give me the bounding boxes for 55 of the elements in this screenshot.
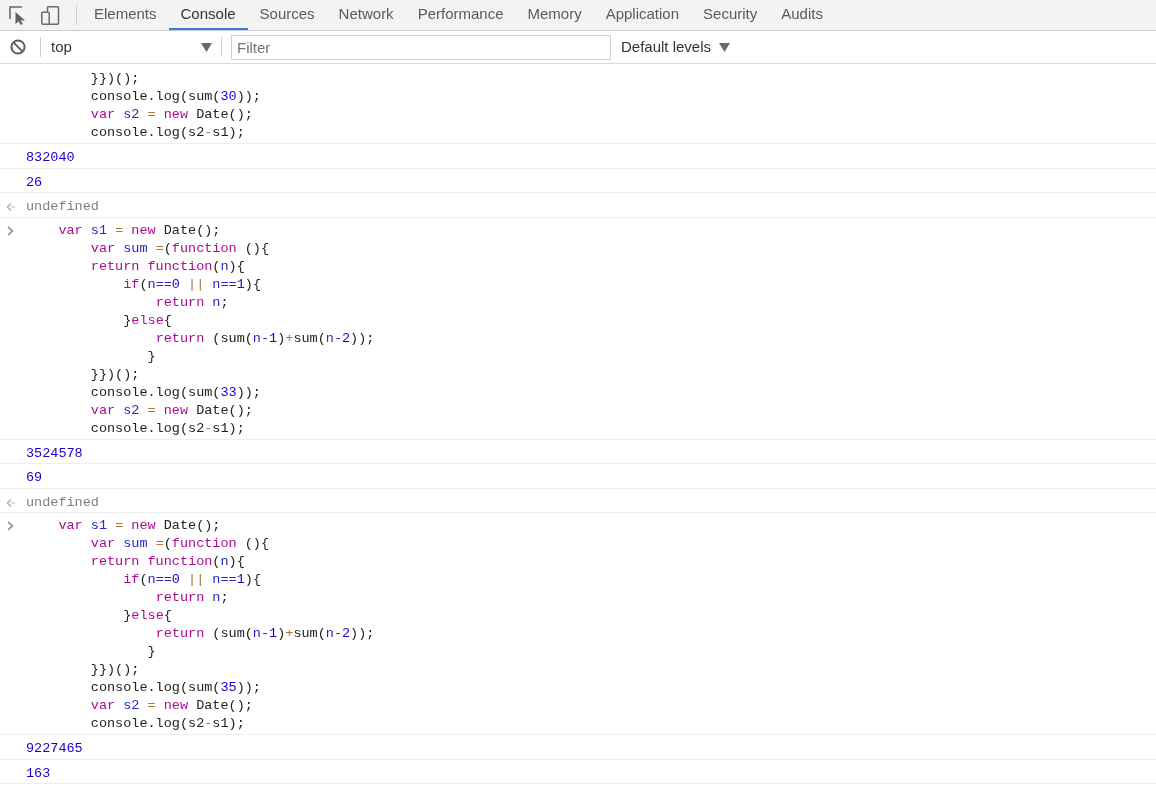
tab[interactable]: Elements xyxy=(82,0,169,30)
output-value: 3524578 xyxy=(26,444,83,463)
code-line: console.log(s2-s1); xyxy=(90,125,245,140)
code-line: return n; xyxy=(155,590,229,605)
code-line: }})(); xyxy=(90,366,140,382)
code-line: } xyxy=(147,644,156,659)
caret-icon xyxy=(201,42,212,52)
output-value: 26 xyxy=(26,173,43,192)
device-icon[interactable] xyxy=(41,5,60,25)
code-line: var s2 = new Date(); xyxy=(90,402,253,418)
tab[interactable]: Performance xyxy=(405,0,516,30)
context-select[interactable]: top xyxy=(44,34,216,60)
code-line: console.log(s2-s1); xyxy=(90,716,245,731)
code-line: var s1 = new Date(); xyxy=(58,518,221,533)
chevron-right-icon xyxy=(7,521,14,531)
code-line: var sum =(function (){ xyxy=(90,240,270,256)
return-value: undefined xyxy=(26,493,99,512)
return-value: undefined xyxy=(26,198,99,216)
tab[interactable]: Audits xyxy=(769,0,835,30)
levels-dropdown[interactable]: Default levels xyxy=(621,34,731,60)
code-line: var s2 = new Date(); xyxy=(90,107,253,122)
code-line: return function(n){ xyxy=(90,258,245,274)
code-line: if(n==0 || n==1){ xyxy=(123,572,261,587)
caret-icon xyxy=(719,42,731,52)
code-line: return n; xyxy=(155,294,229,310)
chevron-right-icon xyxy=(7,225,14,236)
code-line: return (sum(n-1)+sum(n-2)); xyxy=(155,330,375,346)
code-line: } xyxy=(147,348,156,364)
tab[interactable]: Memory xyxy=(515,0,594,30)
code-line: if(n==0 || n==1){ xyxy=(123,276,261,292)
code-line: console.log(sum(35)); xyxy=(90,680,261,695)
output-value: 9227465 xyxy=(26,740,83,758)
code-line: }else{ xyxy=(123,608,172,623)
code-line: }else{ xyxy=(123,312,172,328)
code-line: var s1 = new Date(); xyxy=(58,222,221,238)
left-arrow-icon xyxy=(6,202,16,212)
tab[interactable]: Network xyxy=(326,0,406,30)
circle-slash-icon[interactable] xyxy=(10,39,26,55)
output-value: 69 xyxy=(26,469,43,487)
tab[interactable]: Security xyxy=(691,0,770,30)
output-value: 832040 xyxy=(26,149,75,167)
code-line: var sum =(function (){ xyxy=(90,536,270,551)
code-line: var s2 = new Date(); xyxy=(90,698,253,713)
code-line: return (sum(n-1)+sum(n-2)); xyxy=(155,626,375,641)
code-line: return function(n){ xyxy=(90,554,245,569)
code-line: }})(); xyxy=(90,71,140,86)
tab[interactable]: Application xyxy=(593,0,692,30)
code-line: }})(); xyxy=(90,662,140,677)
code-line: console.log(sum(33)); xyxy=(90,384,261,400)
left-arrow-icon xyxy=(6,497,16,508)
output-value: 163 xyxy=(26,764,51,783)
code-line: console.log(sum(30)); xyxy=(90,89,261,104)
tab[interactable]: Sources xyxy=(247,0,327,30)
code-line: console.log(s2-s1); xyxy=(90,420,245,436)
filter-field[interactable]: Filter xyxy=(231,34,611,60)
